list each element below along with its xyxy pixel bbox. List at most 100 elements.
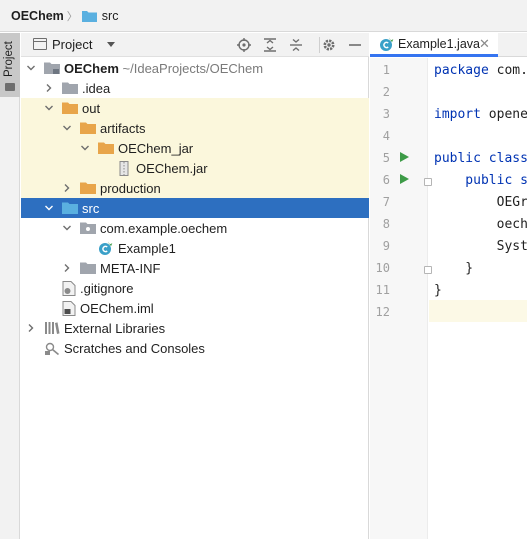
collapsed-chevron-icon[interactable] — [44, 83, 54, 93]
tree-item-label: Example1 — [118, 241, 176, 256]
left-tool-stripe: Project — [0, 33, 20, 539]
tree-item-label: .gitignore — [80, 281, 134, 296]
tree-item-meta-inf[interactable]: META-INF — [21, 258, 369, 278]
tree-item-out[interactable]: out — [21, 98, 369, 118]
project-panel: Project OEChem ~/IdeaProjects/OEChem .id… — [21, 33, 369, 539]
collapsed-chevron-icon[interactable] — [26, 323, 36, 333]
navigation-breadcrumb: OEChem 〉 src — [0, 0, 527, 32]
expanded-chevron-icon[interactable] — [44, 103, 54, 113]
breadcrumb-project[interactable]: OEChem — [11, 9, 64, 23]
tree-item-label: com.example.oechem — [100, 221, 228, 236]
expanded-chevron-icon[interactable] — [26, 63, 36, 73]
code-line-10: } — [434, 261, 474, 276]
code-line-11: } — [434, 283, 442, 298]
editor-tab-example1[interactable]: Example1.java ✕ — [370, 33, 498, 57]
tree-item-label: External Libraries — [64, 321, 166, 336]
source-folder-icon — [81, 10, 97, 22]
tree-item-oechem-jar-folder[interactable]: OEChem_jar — [21, 138, 369, 158]
line-number: 11 — [375, 283, 390, 297]
editor-tab-label: Example1.java — [398, 37, 480, 51]
tree-item-scratches[interactable]: Scratches and Consoles — [21, 338, 369, 358]
project-panel-header: Project — [21, 33, 369, 57]
expand-all-icon — [264, 38, 276, 52]
code-line-8: oech — [434, 217, 527, 232]
view-dropdown-chevron-icon[interactable] — [107, 42, 115, 47]
run-main-icon[interactable] — [400, 174, 409, 184]
code-line-6: public s — [434, 173, 527, 188]
line-number: 8 — [382, 217, 390, 231]
libraries-icon — [45, 322, 60, 334]
tree-item-external-libraries[interactable]: External Libraries — [21, 318, 369, 338]
close-icon[interactable]: ✕ — [479, 36, 490, 52]
tree-item-label: OEChem_jar — [118, 141, 194, 156]
tree-item-package[interactable]: com.example.oechem — [21, 218, 369, 238]
code-line-1: package com. — [434, 63, 527, 78]
expanded-chevron-icon[interactable] — [44, 203, 54, 213]
tree-item-label: production — [100, 181, 161, 196]
line-number: 9 — [382, 239, 390, 253]
locate-icon — [237, 38, 251, 52]
tree-item-oechem-module[interactable]: OEChem ~/IdeaProjects/OEChem — [21, 58, 369, 78]
panel-title[interactable]: Project — [52, 37, 92, 52]
run-class-icon[interactable] — [400, 152, 409, 162]
excluded-folder-icon — [62, 102, 78, 114]
options-button[interactable] — [320, 36, 338, 54]
expanded-chevron-icon[interactable] — [80, 143, 90, 153]
breadcrumb-separator-icon: 〉 — [66, 10, 78, 23]
tree-item-label: OEChem.iml — [80, 301, 154, 316]
line-number: 2 — [382, 85, 390, 99]
tree-item-oechem-jar-file[interactable]: OEChem.jar — [21, 158, 369, 178]
fold-marker-icon[interactable] — [424, 266, 432, 274]
tree-item-label: src — [82, 201, 100, 216]
line-number: 10 — [375, 261, 390, 275]
tree-item-label: Scratches and Consoles — [64, 341, 205, 356]
editor-tab-bar: Example1.java ✕ — [370, 33, 527, 57]
line-number: 6 — [382, 173, 390, 187]
project-tab-label: Project — [3, 41, 15, 77]
code-editor: Example1.java ✕ 1 2 3 4 5 6 7 8 9 10 11 … — [370, 33, 527, 539]
excluded-folder-icon — [80, 122, 96, 134]
java-class-icon — [99, 241, 113, 255]
fold-marker-icon[interactable] — [424, 178, 432, 186]
tree-item-example1[interactable]: Example1 — [21, 238, 369, 258]
tree-item-production[interactable]: production — [21, 178, 369, 198]
tree-item-label: META-INF — [100, 261, 161, 276]
tree-item-artifacts[interactable]: artifacts — [21, 118, 369, 138]
current-line-highlight — [429, 300, 527, 322]
tree-item-label: OEChem ~/IdeaProjects/OEChem — [64, 61, 263, 76]
collapse-all-button[interactable] — [287, 36, 305, 54]
collapsed-chevron-icon[interactable] — [62, 183, 72, 193]
tree-item-src[interactable]: src — [21, 198, 369, 218]
line-number: 4 — [382, 129, 390, 143]
line-number: 3 — [382, 107, 390, 121]
expanded-chevron-icon[interactable] — [62, 223, 72, 233]
tree-item-gitignore[interactable]: .gitignore — [21, 278, 369, 298]
module-folder-icon — [44, 62, 60, 74]
tree-item-label: out — [82, 101, 101, 116]
collapse-all-icon — [290, 38, 302, 52]
excluded-folder-icon — [98, 142, 114, 154]
jar-icon — [119, 161, 129, 176]
module-name: OEChem — [64, 61, 119, 76]
gitignore-file-icon — [62, 281, 76, 296]
project-tab-icon — [5, 83, 15, 91]
hide-panel-button[interactable] — [346, 36, 364, 54]
scratches-icon — [45, 342, 60, 356]
project-tool-window-tab[interactable]: Project — [0, 33, 20, 97]
breadcrumb-src-label: src — [101, 8, 119, 23]
tree-item-iml[interactable]: OEChem.iml — [21, 298, 369, 318]
iml-file-icon — [62, 301, 76, 316]
expanded-chevron-icon[interactable] — [62, 123, 72, 133]
expand-all-button[interactable] — [261, 36, 279, 54]
breadcrumb-src[interactable]: src — [81, 8, 119, 23]
collapsed-chevron-icon[interactable] — [62, 263, 72, 273]
tree-item-idea[interactable]: .idea — [21, 78, 369, 98]
java-class-icon — [380, 37, 394, 51]
folder-icon — [80, 262, 96, 274]
tree-item-label: OEChem.jar — [136, 161, 208, 176]
select-opened-file-button[interactable] — [235, 36, 253, 54]
code-line-7: OEGr — [434, 195, 527, 210]
code-line-3: import opene — [434, 107, 527, 122]
project-window-icon — [33, 38, 47, 50]
line-number: 7 — [382, 195, 390, 209]
